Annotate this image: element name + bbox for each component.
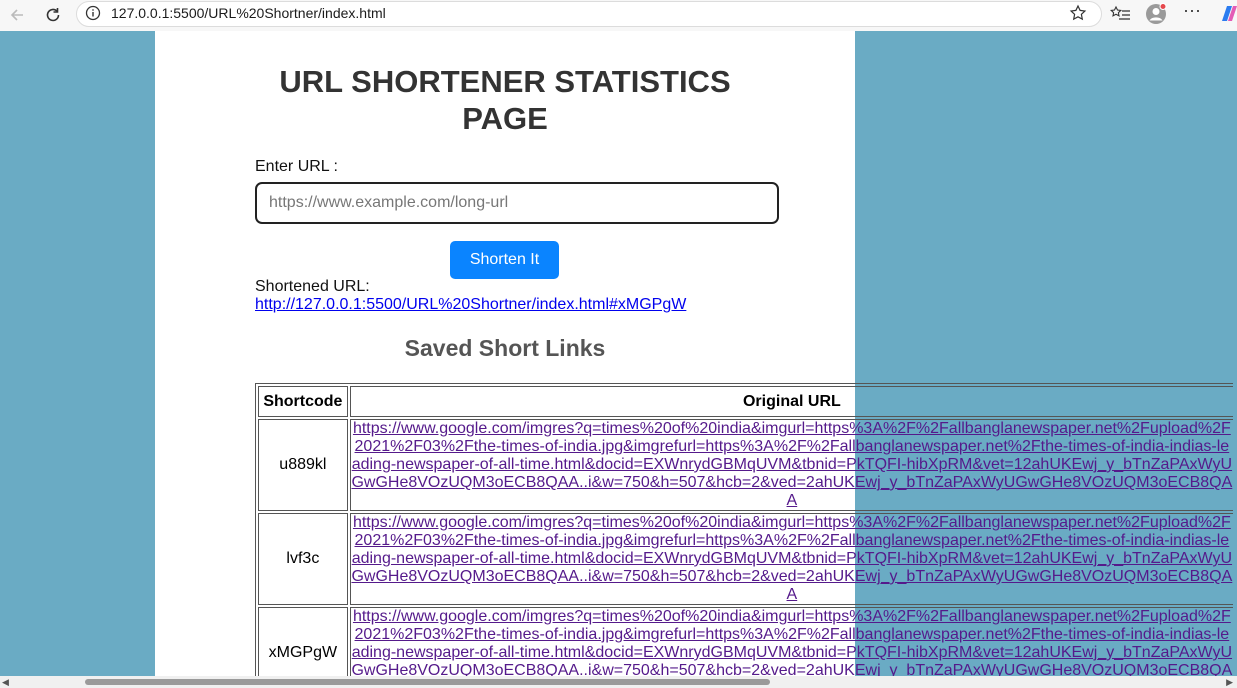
table-row: xMGPgW https://www.google.com/imgres?q=t… (258, 607, 1234, 676)
original-url-link[interactable]: https://www.google.com/imgres?q=times%20… (351, 608, 1232, 676)
shortcode-cell: lvf3c (258, 513, 348, 605)
original-url-link[interactable]: https://www.google.com/imgres?q=times%20… (351, 514, 1232, 603)
shortened-url-link[interactable]: http://127.0.0.1:5500/URL%20Shortner/ind… (255, 296, 686, 314)
original-url-link[interactable]: https://www.google.com/imgres?q=times%20… (351, 420, 1232, 509)
reload-icon[interactable] (39, 1, 67, 29)
favorites-icon[interactable] (1110, 3, 1132, 25)
profile-icon[interactable] (1145, 3, 1167, 25)
saved-links-table: Shortcode Original URL u889kl https://ww… (255, 383, 1237, 676)
original-url-cell: https://www.google.com/imgres?q=times%20… (349, 419, 1234, 511)
header-original-url: Original URL (349, 386, 1234, 417)
address-bar[interactable]: 127.0.0.1:5500/URL%20Shortner/index.html (76, 1, 1102, 27)
shortcode-cell: xMGPgW (258, 607, 348, 676)
original-url-cell: https://www.google.com/imgres?q=times%20… (349, 513, 1234, 605)
table-header-row: Shortcode Original URL (258, 386, 1234, 417)
horizontal-scrollbar[interactable]: ◀ ▶ (0, 676, 1237, 688)
enter-url-label: Enter URL : (255, 158, 338, 175)
table-row: lvf3c https://www.google.com/imgres?q=ti… (258, 513, 1234, 605)
scroll-right-arrow-icon[interactable]: ▶ (1226, 676, 1233, 688)
saved-links-title: Saved Short Links (404, 335, 606, 361)
address-url: 127.0.0.1:5500/URL%20Shortner/index.html (111, 5, 386, 21)
star-icon[interactable] (1069, 4, 1087, 22)
table-row: u889kl https://www.google.com/imgres?q=t… (258, 419, 1234, 511)
copilot-icon[interactable] (1218, 3, 1237, 25)
shortened-url-label: Shortened URL: (255, 278, 370, 295)
page-viewport: URL SHORTENER STATISTICS PAGE Enter URL … (0, 31, 1237, 676)
more-icon[interactable]: ··· (1181, 1, 1203, 25)
shortcode-cell: u889kl (258, 419, 348, 511)
header-shortcode: Shortcode (258, 386, 348, 417)
horizontal-scroll-thumb[interactable] (85, 679, 770, 685)
page-title: URL SHORTENER STATISTICS PAGE (279, 64, 731, 136)
browser-toolbar: 127.0.0.1:5500/URL%20Shortner/index.html… (0, 0, 1237, 32)
url-input[interactable] (255, 182, 779, 224)
info-icon[interactable] (85, 5, 101, 21)
scroll-left-arrow-icon[interactable]: ◀ (2, 676, 9, 688)
back-arrow-icon[interactable] (3, 1, 31, 29)
shorten-button[interactable]: Shorten It (450, 241, 559, 279)
original-url-cell: https://www.google.com/imgres?q=times%20… (349, 607, 1234, 676)
vertical-scrollbar[interactable] (1233, 31, 1237, 676)
